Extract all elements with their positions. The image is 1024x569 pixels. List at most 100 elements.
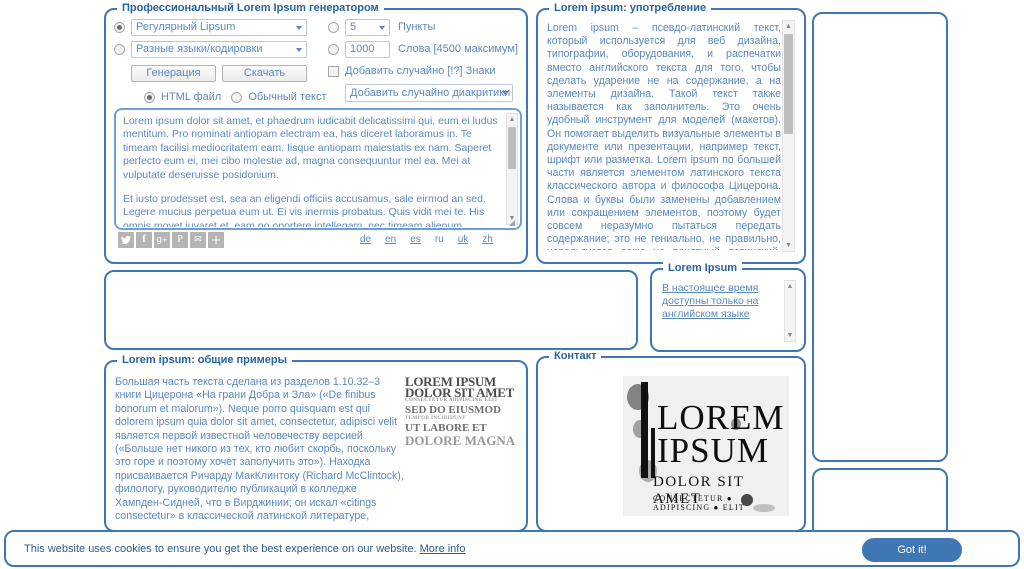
select-lipsum-type-value: Регулярный Lipsum bbox=[136, 20, 236, 33]
chevron-down-icon bbox=[296, 25, 302, 30]
generator-panel-legend: Профессиональный Lorem Ipsum генератором bbox=[117, 2, 384, 14]
chevron-down-icon bbox=[379, 25, 385, 30]
type-regular-row[interactable]: Регулярный Lipsum bbox=[114, 18, 310, 36]
lang-link-zh[interactable]: zh bbox=[482, 234, 493, 245]
format-html-label: HTML файл bbox=[161, 91, 222, 103]
radio-count-words[interactable] bbox=[328, 43, 339, 55]
contact-poster-image: LOREM IPSUM DOLOR SIT AMET CONSECTETUR ●… bbox=[623, 376, 789, 516]
email-icon[interactable]: ✉ bbox=[190, 232, 206, 248]
cookie-message: This website uses cookies to ensure you … bbox=[24, 543, 465, 555]
radio-format-html[interactable] bbox=[144, 91, 155, 103]
cookie-more-info-link[interactable]: More info bbox=[420, 543, 466, 555]
lang-link-uk[interactable]: uk bbox=[458, 234, 469, 245]
contact-panel: Контакт LOREM IPSUM DOLOR SIT AMET CONSE… bbox=[536, 350, 806, 532]
lorem-ipsum-sidebar-scrollbar[interactable]: ▲ ▼ bbox=[784, 280, 796, 342]
words-input[interactable]: 1000 bbox=[345, 40, 390, 58]
examples-paragraph-1: Большая часть текста сделана из разделов… bbox=[115, 376, 404, 524]
examples-panel-body: Большая часть текста сделана из разделов… bbox=[115, 376, 405, 524]
output-paragraph-1: Lorem ipsum dolor sit amet, et phaedrum … bbox=[123, 115, 498, 181]
scroll-up-icon[interactable]: ▲ bbox=[507, 114, 517, 125]
radio-format-plain[interactable] bbox=[231, 91, 243, 103]
format-options-row: HTML файл Обычный текст bbox=[114, 88, 327, 106]
output-textarea-scrollbar[interactable]: ▲ ▼ bbox=[506, 113, 518, 225]
usage-panel-body: Lorem ipsum – псевдо-латинский текст, ко… bbox=[547, 22, 781, 250]
scroll-down-icon[interactable]: ▼ bbox=[783, 240, 794, 251]
lorem-ipsum-sidebar-legend: Lorem Ipsum bbox=[663, 262, 743, 274]
examples-panel: Lorem ipsum: общие примеры Большая часть… bbox=[104, 354, 528, 532]
paragraphs-row: 5 Пункты bbox=[328, 18, 524, 36]
select-paragraph-count[interactable]: 5 bbox=[345, 18, 390, 36]
words-row: 1000 Слова [4500 максимум] bbox=[328, 40, 524, 58]
radio-count-paragraphs[interactable] bbox=[328, 21, 339, 33]
usage-panel-legend: Lorem ipsum: употребление bbox=[549, 2, 712, 14]
poster-bar-2 bbox=[651, 428, 655, 478]
generator-right-column: 5 Пункты 1000 Слова [4500 максимум] Доба… bbox=[328, 18, 524, 106]
paragraphs-label: Пункты bbox=[398, 21, 436, 33]
random-marks-label: Добавить случайно [!?] Знаки bbox=[345, 65, 496, 77]
scrollbar-thumb[interactable] bbox=[784, 34, 793, 134]
scroll-down-icon[interactable]: ▼ bbox=[785, 330, 795, 341]
twitter-icon[interactable] bbox=[118, 232, 134, 248]
english-only-link[interactable]: В настоящее время доступны только на анг… bbox=[662, 282, 758, 320]
output-textarea[interactable]: Lorem ipsum dolor sit amet, et phaedrum … bbox=[114, 108, 522, 230]
select-language-encoding[interactable]: Разные языки/кодировки bbox=[131, 40, 307, 58]
checkbox-random-marks[interactable] bbox=[328, 65, 339, 77]
type-languages-row[interactable]: Разные языки/кодировки bbox=[114, 40, 310, 58]
select-diacritics-value: Добавить случайно диакритики bbox=[350, 87, 511, 99]
social-share-bar: f g + P ✉ + bbox=[118, 232, 224, 248]
examples-poster-line-5: TEMPOR INCIDIDUNT bbox=[405, 416, 466, 421]
scrollbar-thumb[interactable] bbox=[508, 127, 516, 169]
select-lipsum-type[interactable]: Регулярный Lipsum bbox=[131, 18, 307, 36]
radio-type-languages[interactable] bbox=[114, 43, 125, 55]
examples-poster-line-4: SED DO EIUSMOD bbox=[405, 404, 501, 416]
contact-panel-legend: Контакт bbox=[549, 350, 602, 362]
ad-slot-right-tall bbox=[812, 12, 948, 462]
generator-panel: Профессиональный Lorem Ipsum генератором… bbox=[104, 2, 528, 264]
chevron-down-icon bbox=[502, 91, 508, 95]
words-label: Слова [4500 максимум] bbox=[398, 43, 519, 55]
action-buttons-row: Генерация Скачать bbox=[114, 64, 310, 82]
format-plain-label: Обычный текст bbox=[248, 91, 327, 103]
download-button[interactable]: Скачать bbox=[222, 64, 307, 82]
select-paragraph-count-value: 5 bbox=[350, 20, 357, 33]
pinterest-icon[interactable]: P bbox=[172, 232, 188, 248]
examples-panel-legend: Lorem ipsum: общие примеры bbox=[117, 354, 293, 366]
googleplus-icon[interactable]: g + bbox=[154, 232, 170, 248]
usage-panel: Lorem ipsum: употребление Lorem ipsum – … bbox=[536, 2, 806, 264]
lorem-ipsum-sidebar-panel: Lorem Ipsum В настоящее время доступны т… bbox=[650, 262, 806, 352]
random-marks-row: Добавить случайно [!?] Знаки bbox=[328, 62, 524, 80]
lang-link-de[interactable]: de bbox=[360, 234, 371, 245]
usage-panel-scrollbar[interactable]: ▲ ▼ bbox=[782, 20, 795, 252]
examples-poster-line-7: DOLORE MAGNA bbox=[405, 433, 516, 446]
contact-poster-line-4: CONSECTETUR ● ADIPISCING ● ELIT bbox=[653, 494, 745, 512]
diacritics-row: Добавить случайно диакритики bbox=[328, 84, 524, 102]
generator-left-column: Регулярный Lipsum Разные языки/кодировки… bbox=[114, 18, 327, 110]
lang-link-en[interactable]: en bbox=[385, 234, 396, 245]
lang-link-es[interactable]: es bbox=[410, 234, 421, 245]
scroll-up-icon[interactable]: ▲ bbox=[783, 21, 794, 32]
lorem-ipsum-sidebar-body: В настоящее время доступны только на анг… bbox=[662, 282, 780, 321]
lang-link-ru[interactable]: ru bbox=[435, 234, 444, 245]
contact-poster-art: LOREM IPSUM DOLOR SIT AMET CONSECTETUR ●… bbox=[623, 376, 789, 516]
examples-poster-image: LOREM IPSUM DOLOR SIT AMET CONSECTETUR A… bbox=[405, 374, 517, 446]
share-more-icon[interactable]: + bbox=[208, 232, 224, 248]
examples-poster-line-3: CONSECTETUR ADIPISCING ELIT bbox=[405, 398, 499, 403]
cookie-consent-bar: This website uses cookies to ensure you … bbox=[4, 530, 1020, 567]
ad-slot-center bbox=[104, 270, 638, 350]
radio-type-regular[interactable] bbox=[114, 21, 125, 33]
contact-poster-line-2: IPSUM bbox=[657, 431, 769, 470]
scroll-up-icon[interactable]: ▲ bbox=[785, 281, 795, 292]
resize-grip-icon[interactable]: ◢ bbox=[509, 218, 518, 227]
chevron-down-icon bbox=[296, 47, 302, 52]
cookie-message-text: This website uses cookies to ensure you … bbox=[24, 543, 417, 555]
output-paragraph-2: Et iusto prodesset est, sea an eligendi … bbox=[123, 193, 486, 227]
output-textarea-content: Lorem ipsum dolor sit amet, et phaedrum … bbox=[123, 115, 501, 227]
contact-poster-line-1: LOREM bbox=[657, 398, 785, 437]
poster-bar-1 bbox=[641, 382, 648, 478]
cookie-accept-button[interactable]: Got it! bbox=[862, 538, 962, 562]
select-language-encoding-value: Разные языки/кодировки bbox=[136, 42, 263, 55]
language-links: de en es ru uk zh bbox=[360, 234, 493, 245]
select-diacritics[interactable]: Добавить случайно диакритики bbox=[345, 84, 513, 102]
generate-button[interactable]: Генерация bbox=[131, 64, 216, 82]
facebook-icon[interactable]: f bbox=[136, 232, 152, 248]
